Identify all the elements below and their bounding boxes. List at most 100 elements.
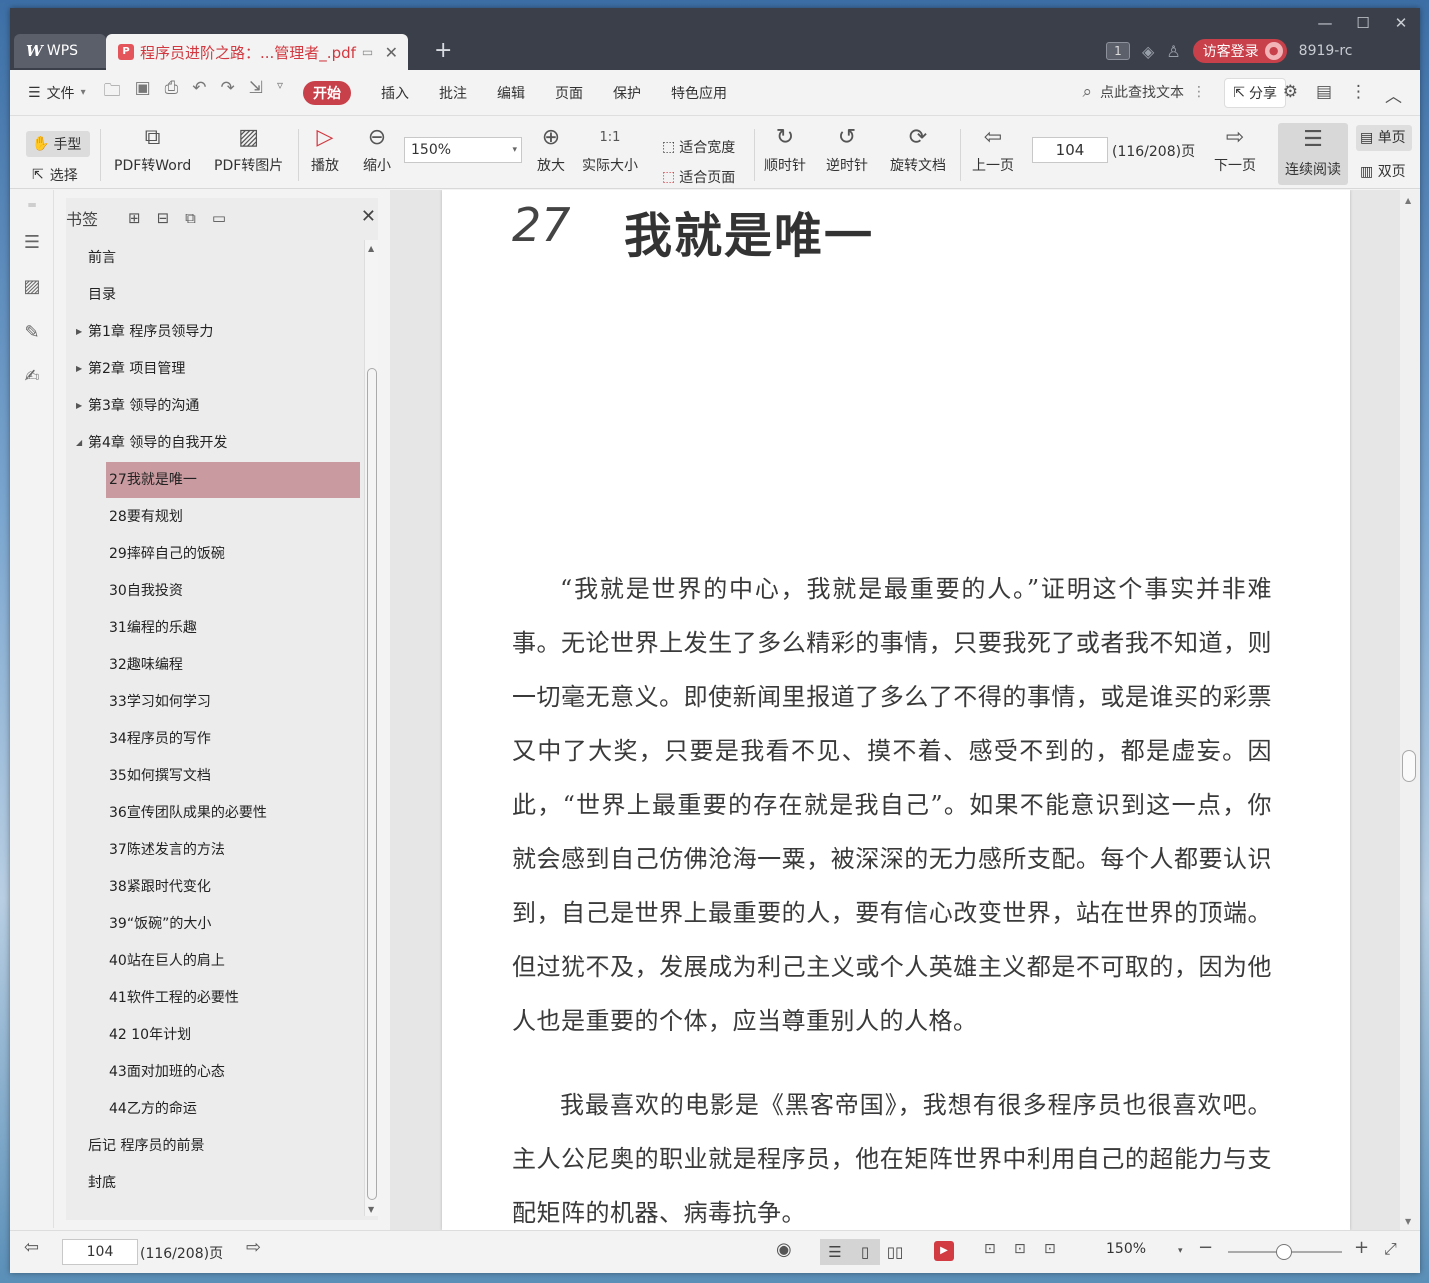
bookmark-item[interactable]: 38紧跟时代变化 bbox=[106, 869, 360, 905]
bookmark-item[interactable]: 30自我投资 bbox=[106, 573, 360, 609]
share-button[interactable]: ⇱ 分享 bbox=[1224, 78, 1286, 108]
rotate-clockwise-button[interactable]: ↻ 顺时针 bbox=[764, 121, 806, 175]
select-tool-button[interactable]: ⇱ 选择 bbox=[32, 165, 78, 185]
fit-width-status-icon[interactable]: ⊡ bbox=[1044, 1241, 1056, 1257]
single-page-button[interactable]: ▤ 单页 bbox=[1356, 125, 1412, 151]
tab-page[interactable]: 页面 bbox=[555, 83, 583, 103]
page-number-input[interactable]: 104 bbox=[1032, 137, 1108, 163]
status-zoom-value[interactable]: 150% bbox=[1106, 1241, 1146, 1257]
scroll-down-icon[interactable]: ▼ bbox=[1405, 1217, 1411, 1226]
single-view-icon[interactable]: ▯ bbox=[850, 1239, 880, 1265]
new-tab-icon[interactable]: + bbox=[434, 38, 452, 63]
fit-page-status-icon[interactable]: ⊡ bbox=[1014, 1241, 1026, 1257]
next-page-icon[interactable]: ⇨ bbox=[246, 1237, 261, 1258]
tab-close-icon[interactable]: ✕ bbox=[385, 43, 398, 62]
rotate-document-button[interactable]: ⟳ 旋转文档 bbox=[890, 121, 946, 175]
annotation-icon[interactable]: ✎ bbox=[20, 322, 44, 346]
zoom-out-button[interactable]: ⊖ 缩小 bbox=[362, 121, 392, 175]
bookmark-list-icon[interactable]: ☰ bbox=[20, 232, 44, 256]
prev-page-icon[interactable]: ⇦ bbox=[24, 1237, 39, 1258]
maximize-icon[interactable]: ☐ bbox=[1348, 12, 1378, 34]
bookmark-scrollbar[interactable]: ▲ ▼ bbox=[364, 240, 378, 1216]
status-page-input[interactable]: 104 bbox=[62, 1239, 138, 1265]
continuous-read-button[interactable]: ☰ 连续阅读 bbox=[1278, 123, 1348, 185]
shirt-icon[interactable]: ♙ bbox=[1166, 42, 1180, 61]
scroll-thumb[interactable] bbox=[367, 368, 377, 1200]
bookmark-item[interactable]: ▶ 第1章 程序员领导力 bbox=[66, 314, 362, 350]
close-window-icon[interactable]: ✕ bbox=[1386, 12, 1416, 34]
bookmark-item[interactable]: ◢ 第4章 领导的自我开发 bbox=[66, 425, 362, 461]
more-quick-icon[interactable]: ▿ bbox=[277, 78, 283, 107]
double-page-button[interactable]: ▥ 双页 bbox=[1360, 161, 1406, 181]
bookmark-item[interactable]: 41软件工程的必要性 bbox=[106, 980, 360, 1016]
bookmark-item[interactable]: ▶ 第3章 领导的沟通 bbox=[66, 388, 362, 424]
bookmark-item[interactable]: 目录 bbox=[66, 277, 362, 313]
window-counter[interactable]: 1 bbox=[1106, 42, 1130, 60]
rotate-counterclockwise-button[interactable]: ↺ 逆时针 bbox=[826, 121, 868, 175]
guest-login-button[interactable]: 访客登录 ● bbox=[1192, 39, 1287, 63]
expand-arrow-icon[interactable]: ▶ bbox=[76, 388, 82, 424]
bookmark-item[interactable]: 42 10年计划 bbox=[106, 1017, 360, 1053]
bookmark-item[interactable]: 27我就是唯一 bbox=[106, 462, 360, 498]
export-icon[interactable]: ⇲ bbox=[249, 78, 263, 107]
skin-icon[interactable]: ◈ bbox=[1142, 42, 1154, 61]
document-viewport[interactable]: 27 我就是唯一 “我就是世界的中心，我就是最重要的人。”证明这个事实并非难事。… bbox=[390, 190, 1420, 1230]
close-panel-icon[interactable]: ✕ bbox=[361, 206, 376, 227]
scroll-down-icon[interactable]: ▼ bbox=[368, 1205, 374, 1214]
collapse-ribbon-icon[interactable]: ︿ bbox=[1385, 82, 1402, 107]
fullscreen-icon[interactable]: ⤢ bbox=[1384, 1239, 1397, 1259]
bookmark-item[interactable]: 33学习如何学习 bbox=[106, 684, 360, 720]
hand-tool-button[interactable]: ✋ 手型 bbox=[26, 131, 90, 157]
bookmark-item[interactable]: 40站在巨人的肩上 bbox=[106, 943, 360, 979]
play-presentation-icon[interactable]: ▶ bbox=[934, 1241, 954, 1261]
thumbnail-icon[interactable]: ▨ bbox=[20, 276, 44, 300]
next-page-button[interactable]: ⇨ 下一页 bbox=[1214, 121, 1256, 175]
zoom-slider[interactable] bbox=[1228, 1244, 1342, 1260]
redo-icon[interactable]: ↷ bbox=[221, 78, 235, 107]
monitor-icon[interactable]: ▭ bbox=[362, 45, 373, 59]
bookmark-item[interactable]: 封底 bbox=[66, 1165, 362, 1201]
more-menu-icon[interactable]: ⋮ bbox=[1350, 82, 1367, 107]
save-icon[interactable]: ▣ bbox=[135, 78, 151, 107]
actual-size-status-icon[interactable]: ⊡ bbox=[984, 1241, 996, 1257]
bookmark-item[interactable]: ▶ 第2章 项目管理 bbox=[66, 351, 362, 387]
tab-protect[interactable]: 保护 bbox=[613, 83, 641, 103]
expand-arrow-icon[interactable]: ▶ bbox=[76, 351, 82, 387]
expand-arrow-icon[interactable]: ▶ bbox=[76, 314, 82, 350]
file-menu[interactable]: ☰ 文件 ▾ bbox=[28, 83, 86, 103]
add-bookmark-icon[interactable]: ⊞ bbox=[128, 209, 141, 227]
bookmark-item[interactable]: 36宣传团队成果的必要性 bbox=[106, 795, 360, 831]
tab-annotate[interactable]: 批注 bbox=[439, 83, 467, 103]
tab-wps-home[interactable]: W WPS bbox=[14, 34, 106, 68]
bookmark-item[interactable]: 32趣味编程 bbox=[106, 647, 360, 683]
remove-bookmark-icon[interactable]: ⊟ bbox=[157, 209, 170, 227]
bookmark-item[interactable]: 37陈述发言的方法 bbox=[106, 832, 360, 868]
bookmark-item[interactable]: 28要有规划 bbox=[106, 499, 360, 535]
double-view-icon[interactable]: ▯▯ bbox=[880, 1239, 910, 1265]
scroll-thumb[interactable] bbox=[1402, 750, 1416, 782]
gear-icon[interactable]: ⚙ bbox=[1283, 82, 1298, 107]
tab-features[interactable]: 特色应用 bbox=[671, 83, 727, 103]
print-icon[interactable]: ⎙ bbox=[165, 78, 179, 107]
tab-document[interactable]: P 程序员进阶之路：...管理者_.pdf ▭ ✕ bbox=[106, 34, 408, 70]
more-vertical-icon[interactable]: ⋮ bbox=[1192, 84, 1206, 100]
eye-icon[interactable]: ◉ bbox=[776, 1239, 792, 1260]
zoom-plus-icon[interactable]: + bbox=[1354, 1237, 1369, 1258]
collapse-arrow-icon[interactable]: ◢ bbox=[76, 425, 82, 461]
prev-page-button[interactable]: ⇦ 上一页 bbox=[972, 121, 1014, 175]
minimize-icon[interactable]: — bbox=[1310, 12, 1340, 34]
play-button[interactable]: ▷ 播放 bbox=[310, 121, 340, 175]
comment-icon[interactable]: ▤ bbox=[1316, 82, 1332, 107]
find-text[interactable]: ⌕ 点此查找文本 ⋮ bbox=[1082, 82, 1206, 102]
bookmark-item[interactable]: 后记 程序员的前景 bbox=[66, 1128, 362, 1164]
document-scrollbar[interactable]: ▲ ▼ bbox=[1400, 190, 1420, 1230]
bookmark-item[interactable]: 43面对加班的心态 bbox=[106, 1054, 360, 1090]
zoom-minus-icon[interactable]: − bbox=[1198, 1237, 1213, 1258]
zoom-in-button[interactable]: ⊕ 放大 bbox=[536, 121, 566, 175]
tab-edit[interactable]: 编辑 bbox=[497, 83, 525, 103]
bookmark-item[interactable]: 31编程的乐趣 bbox=[106, 610, 360, 646]
bookmark-item[interactable]: 35如何撰写文档 bbox=[106, 758, 360, 794]
chevron-down-icon[interactable]: ▾ bbox=[1178, 1246, 1183, 1256]
bookmark-item[interactable]: 34程序员的写作 bbox=[106, 721, 360, 757]
pdf-to-image-button[interactable]: ▨ PDF转图片 bbox=[214, 121, 283, 175]
